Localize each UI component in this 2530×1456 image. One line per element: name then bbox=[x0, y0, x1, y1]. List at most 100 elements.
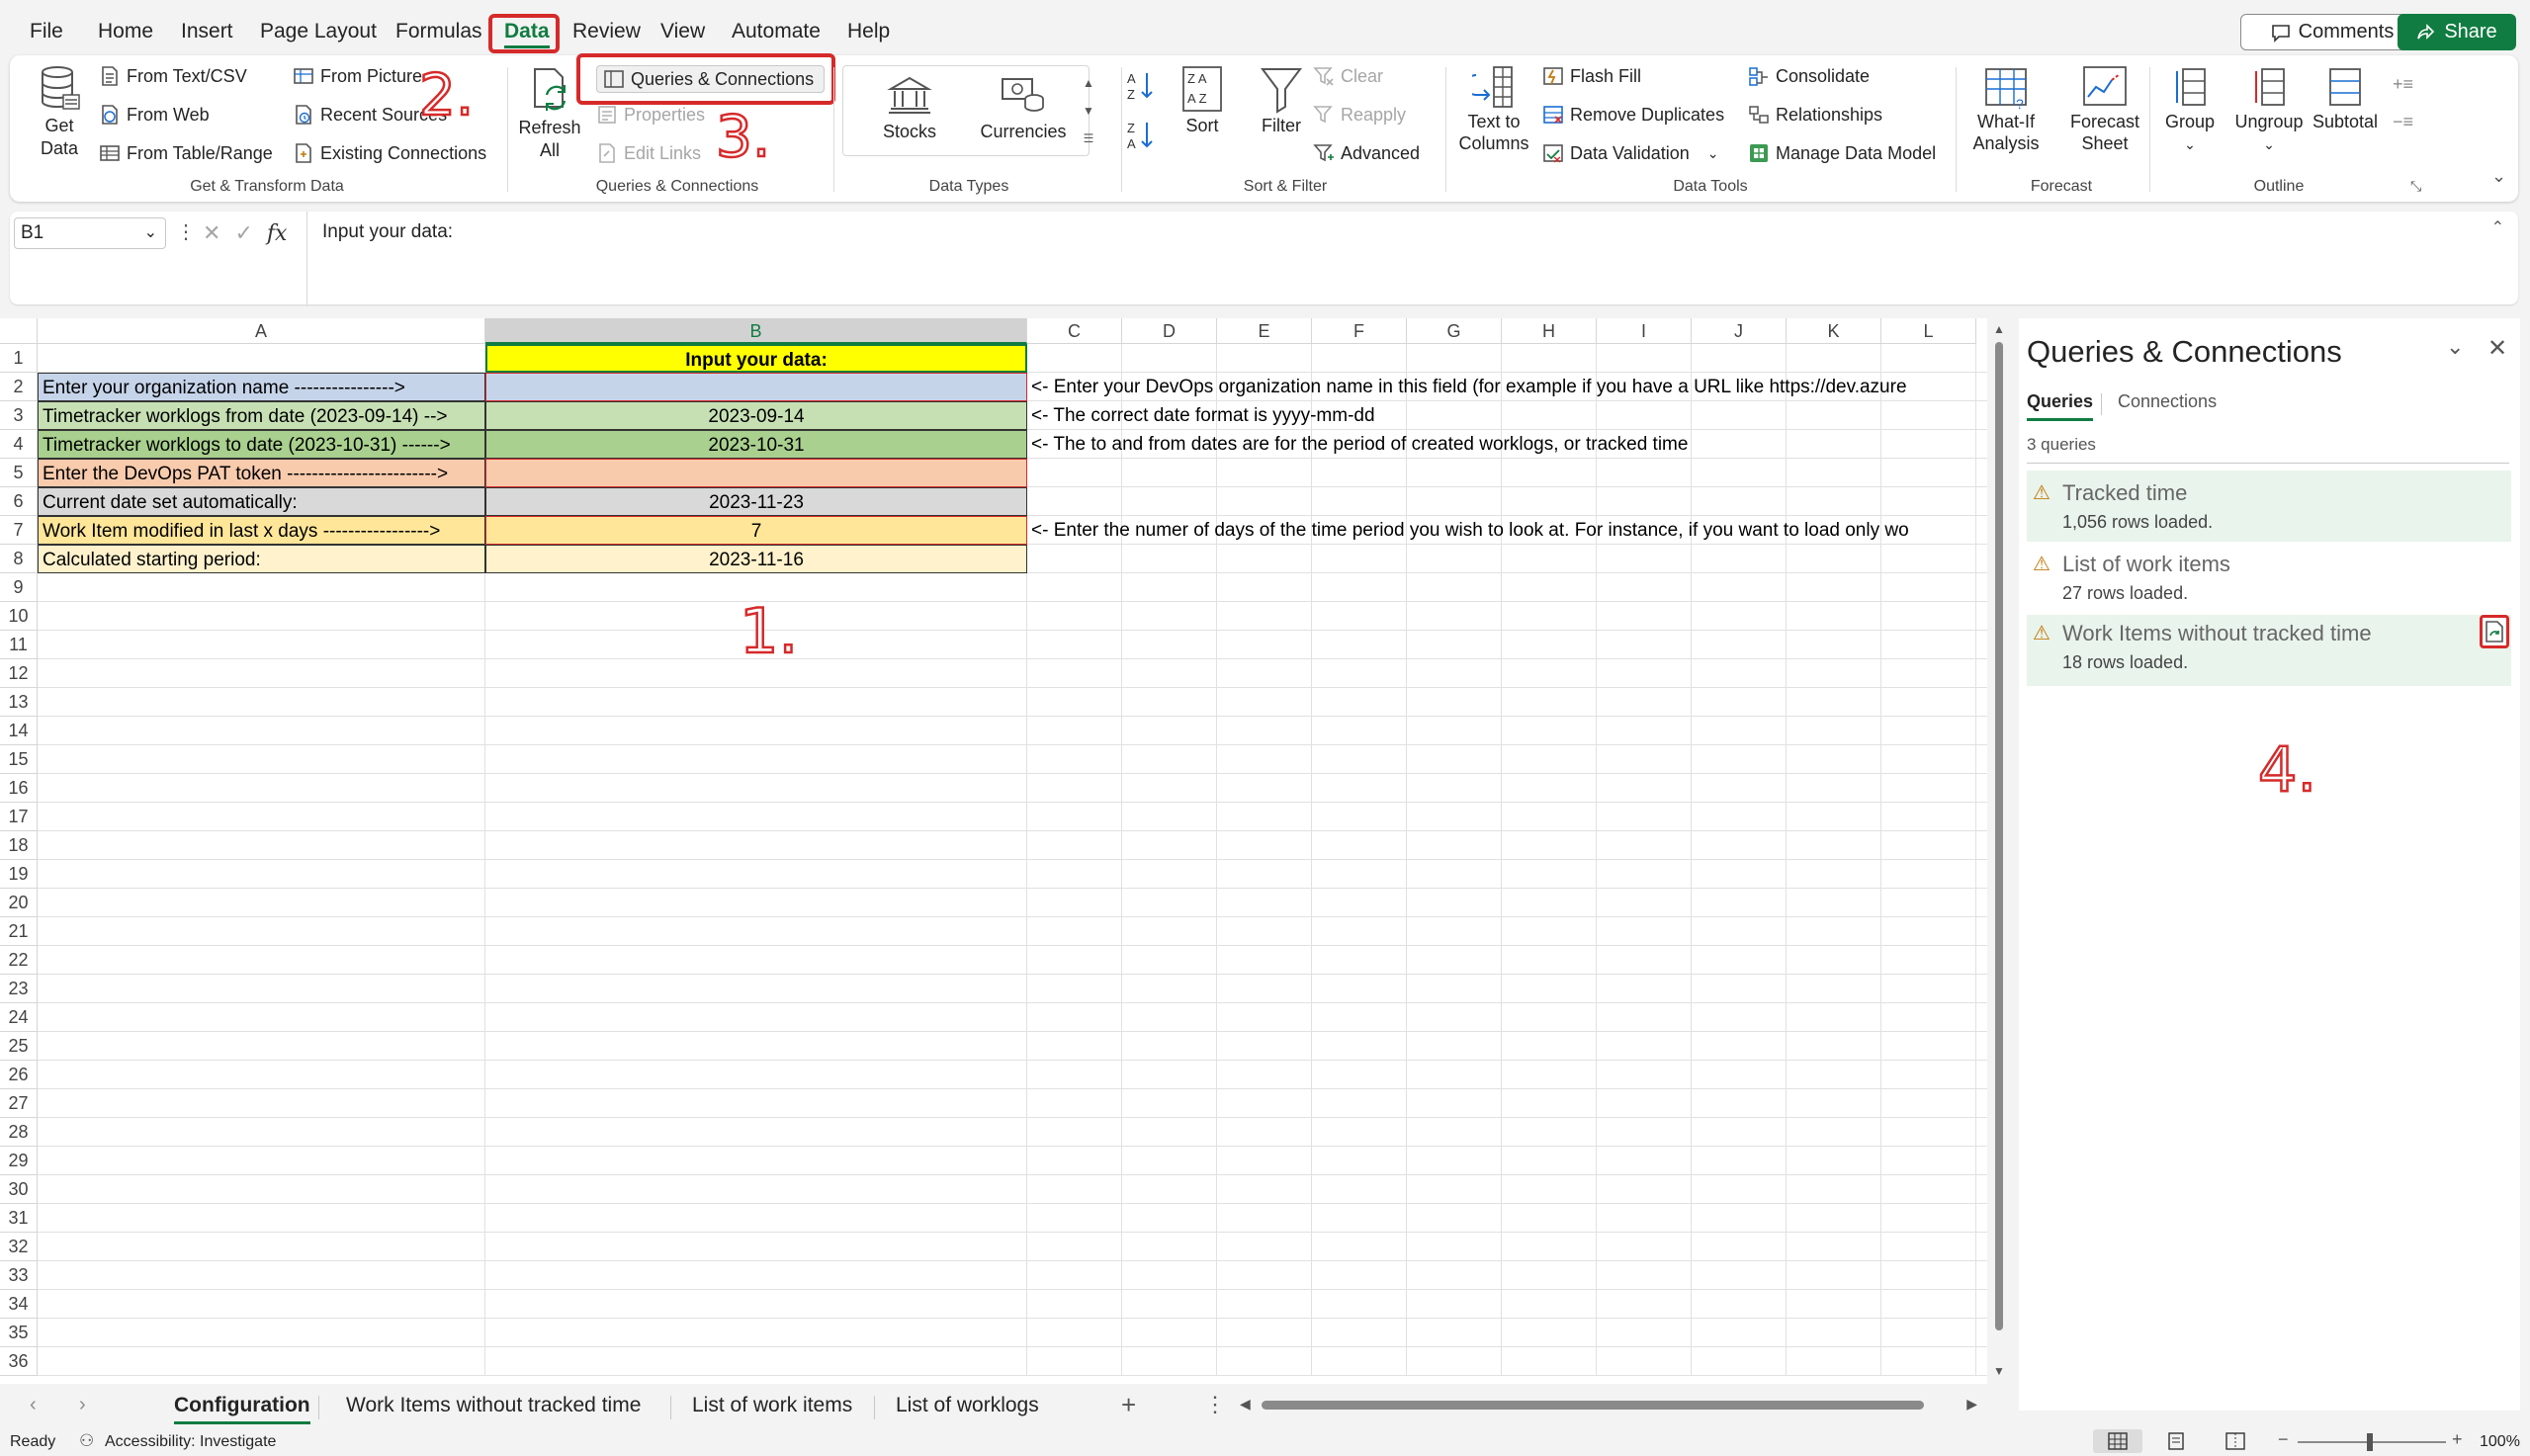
row-header[interactable]: 5 bbox=[0, 459, 38, 487]
group-button[interactable]: Group ⌄ bbox=[2155, 65, 2225, 156]
share-button[interactable]: Share bbox=[2398, 14, 2516, 50]
collapse-ribbon-icon[interactable]: ⌄ bbox=[2491, 166, 2506, 187]
sheet-tab-configuration[interactable]: Configuration bbox=[174, 1394, 310, 1424]
query-item[interactable]: ⚠ List of work items 27 rows loaded. bbox=[2027, 546, 2511, 617]
tab-connections[interactable]: Connections bbox=[2118, 391, 2217, 412]
from-web-button[interactable]: From Web bbox=[99, 104, 210, 126]
horizontal-scrollbar[interactable]: ◀ ▶ bbox=[1240, 1396, 1977, 1415]
cell-b6[interactable]: 2023-11-23 bbox=[485, 487, 1027, 516]
cell-b5[interactable] bbox=[485, 459, 1027, 487]
advanced-button[interactable]: Advanced bbox=[1313, 142, 1420, 164]
cell-c3[interactable]: <- The correct date format is yyyy-mm-dd bbox=[1027, 401, 1982, 430]
page-break-view-button[interactable] bbox=[2225, 1429, 2246, 1453]
row-header[interactable]: 35 bbox=[0, 1319, 38, 1347]
row-header[interactable]: 22 bbox=[0, 946, 38, 975]
row-header[interactable]: 15 bbox=[0, 745, 38, 774]
scroll-left-icon[interactable]: ◀ bbox=[1240, 1396, 1251, 1413]
manage-data-model-button[interactable]: Manage Data Model bbox=[1748, 142, 1936, 164]
refresh-all-button[interactable]: Refresh All bbox=[518, 67, 581, 162]
accessibility-status[interactable]: Accessibility: Investigate bbox=[105, 1433, 276, 1451]
row-header[interactable]: 18 bbox=[0, 831, 38, 860]
row-header[interactable]: 17 bbox=[0, 803, 38, 831]
sort-za-button[interactable]: ZA bbox=[1125, 119, 1165, 152]
row-header[interactable]: 9 bbox=[0, 573, 38, 602]
spreadsheet-grid[interactable]: A B C D E F G H I J K L 1 2 3 4 5 6 7 8 9 10 11 12 1… bbox=[0, 318, 2011, 1384]
scroll-up-icon[interactable]: ▲ bbox=[1993, 322, 2005, 336]
hide-detail-icon[interactable]: −≡ bbox=[2393, 103, 2413, 140]
vertical-scrollbar[interactable]: ▲ ▼ bbox=[1987, 318, 2011, 1384]
row-header[interactable]: 16 bbox=[0, 774, 38, 803]
menu-automate[interactable]: Automate bbox=[732, 20, 821, 43]
row-header[interactable]: 29 bbox=[0, 1147, 38, 1175]
chevron-right-icon[interactable]: › bbox=[79, 1394, 86, 1416]
row-header[interactable]: 25 bbox=[0, 1032, 38, 1061]
subtotal-button[interactable]: Subtotal bbox=[2306, 65, 2385, 133]
properties-button[interactable]: Properties bbox=[596, 104, 705, 126]
query-item[interactable]: ⚠ Work Items without tracked time 18 row… bbox=[2027, 615, 2511, 686]
column-header-i[interactable]: I bbox=[1597, 318, 1692, 344]
reapply-button[interactable]: Reapply bbox=[1313, 104, 1406, 126]
cell-a6[interactable]: Current date set automatically: bbox=[38, 487, 485, 516]
row-header[interactable]: 7 bbox=[0, 516, 38, 545]
sheet-tab-list-of-work-items[interactable]: List of work items bbox=[692, 1394, 852, 1417]
row-header[interactable]: 27 bbox=[0, 1089, 38, 1118]
normal-view-button[interactable] bbox=[2093, 1429, 2142, 1453]
cell-c2[interactable]: <- Enter your DevOps organization name i… bbox=[1027, 373, 1982, 401]
filter-button[interactable]: Filter bbox=[1252, 65, 1311, 137]
chevron-down-icon[interactable]: ⌄ bbox=[144, 218, 157, 248]
cell-a4[interactable]: Timetracker worklogs to date (2023-10-31… bbox=[38, 430, 485, 459]
scroll-right-icon[interactable]: ▶ bbox=[1966, 1396, 1977, 1413]
select-all-corner[interactable] bbox=[0, 318, 38, 344]
zoom-slider-thumb[interactable] bbox=[2367, 1433, 2373, 1451]
cell-a7[interactable]: Work Item modified in last x days ------… bbox=[38, 516, 485, 545]
chevron-up-icon[interactable]: ▲ bbox=[1081, 69, 1096, 97]
consolidate-button[interactable]: Consolidate bbox=[1748, 65, 1870, 87]
sort-button[interactable]: Z A A Z Sort bbox=[1173, 65, 1232, 137]
cell-b1[interactable]: Input your data: bbox=[485, 344, 1027, 373]
zoom-in-icon[interactable]: + bbox=[2452, 1429, 2463, 1450]
row-header[interactable]: 30 bbox=[0, 1175, 38, 1204]
column-header-a[interactable]: A bbox=[38, 318, 485, 344]
cancel-icon[interactable]: ✕ bbox=[203, 220, 220, 246]
row-header[interactable]: 4 bbox=[0, 430, 38, 459]
chevron-left-icon[interactable]: ‹ bbox=[30, 1394, 37, 1416]
row-header[interactable]: 20 bbox=[0, 889, 38, 917]
cell-b3[interactable]: 2023-09-14 bbox=[485, 401, 1027, 430]
data-validation-button[interactable]: Data Validation ⌄ bbox=[1542, 142, 1718, 164]
column-header-g[interactable]: G bbox=[1407, 318, 1502, 344]
row-header[interactable]: 28 bbox=[0, 1118, 38, 1147]
more-options-icon[interactable]: ⋮ bbox=[1204, 1392, 1226, 1417]
row-header[interactable]: 21 bbox=[0, 917, 38, 946]
tab-queries[interactable]: Queries bbox=[2027, 391, 2094, 421]
from-table-range-button[interactable]: From Table/Range bbox=[99, 142, 273, 164]
what-if-analysis-button[interactable]: ? What-If Analysis bbox=[1965, 65, 2047, 154]
row-header[interactable]: 33 bbox=[0, 1261, 38, 1290]
row-header[interactable]: 19 bbox=[0, 860, 38, 889]
cell-a2[interactable]: Enter your organization name -----------… bbox=[38, 373, 485, 401]
chevron-down-icon[interactable]: ⌄ bbox=[2446, 334, 2464, 360]
scroll-down-icon[interactable]: ▼ bbox=[1993, 1364, 2005, 1378]
edit-links-button[interactable]: Edit Links bbox=[596, 142, 701, 164]
cell-b2[interactable] bbox=[485, 373, 1027, 401]
sheet-tab-work-items-without-tracked-time[interactable]: Work Items without tracked time bbox=[346, 1394, 641, 1417]
row-header[interactable]: 34 bbox=[0, 1290, 38, 1319]
column-header-d[interactable]: D bbox=[1122, 318, 1217, 344]
ungroup-button[interactable]: Ungroup ⌄ bbox=[2229, 65, 2309, 156]
confirm-icon[interactable]: ✓ bbox=[234, 220, 252, 246]
menu-formulas[interactable]: Formulas bbox=[395, 20, 482, 43]
existing-connections-button[interactable]: Existing Connections bbox=[293, 142, 486, 164]
remove-duplicates-button[interactable]: Remove Duplicates bbox=[1542, 104, 1724, 126]
row-header[interactable]: 12 bbox=[0, 659, 38, 688]
cell-c7[interactable]: <- Enter the numer of days of the time p… bbox=[1027, 516, 1982, 545]
row-header[interactable]: 31 bbox=[0, 1204, 38, 1233]
dialog-launcher-icon[interactable]: ⤡ bbox=[2410, 178, 2421, 195]
column-header-f[interactable]: F bbox=[1312, 318, 1407, 344]
horizontal-scroll-thumb[interactable] bbox=[1262, 1401, 1924, 1410]
menu-help[interactable]: Help bbox=[847, 20, 890, 43]
column-header-e[interactable]: E bbox=[1217, 318, 1312, 344]
row-header[interactable]: 6 bbox=[0, 487, 38, 516]
relationships-button[interactable]: Relationships bbox=[1748, 104, 1882, 126]
zoom-slider[interactable] bbox=[2298, 1433, 2446, 1451]
formula-input[interactable]: Input your data: ⌃ bbox=[306, 212, 2518, 304]
row-header[interactable]: 23 bbox=[0, 975, 38, 1003]
